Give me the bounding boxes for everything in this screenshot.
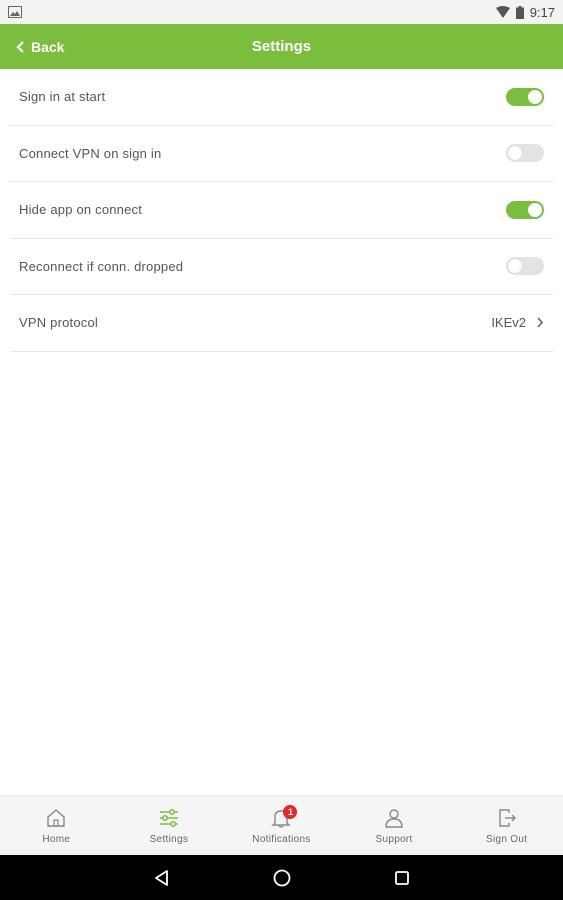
wifi-icon [495, 6, 510, 18]
chevron-right-icon [537, 317, 544, 328]
connect-vpn-on-sign-in-toggle[interactable] [506, 144, 544, 163]
setting-label: Reconnect if conn. dropped [19, 258, 184, 274]
page-title: Settings [251, 38, 312, 55]
setting-label: Sign in at start [19, 89, 106, 105]
setting-label: VPN protocol [19, 315, 98, 331]
nav-item-support[interactable]: Support [338, 796, 451, 855]
setting-label: Connect VPN on sign in [19, 145, 162, 161]
home-icon [47, 809, 65, 827]
hide-app-on-connect-toggle[interactable] [506, 200, 544, 219]
person-icon [385, 809, 403, 828]
toggle-knob [528, 89, 542, 104]
nav-item-home[interactable]: Home [0, 796, 113, 855]
setting-row-hide-app-on-connect: Hide app on connect [10, 182, 553, 239]
system-nav-bar [0, 855, 563, 900]
setting-row-connect-vpn-on-sign-in: Connect VPN on sign in [10, 126, 553, 182]
app-header: Back Settings [0, 24, 563, 69]
nav-label: Notifications [252, 834, 311, 845]
back-button[interactable]: Back [16, 24, 64, 69]
setting-row-reconnect-if-dropped: Reconnect if conn. dropped [10, 239, 553, 295]
sliders-icon [159, 809, 178, 827]
reconnect-if-dropped-toggle[interactable] [506, 257, 544, 276]
image-icon [8, 6, 22, 18]
nav-item-sign-out[interactable]: Sign Out [450, 796, 563, 855]
sign-out-icon [498, 809, 516, 827]
battery-icon [515, 5, 524, 19]
status-time: 9:17 [529, 4, 555, 20]
nav-label: Support [375, 834, 413, 845]
bottom-nav: Home Settings 1 Notifications Support Si… [0, 795, 563, 855]
setting-label: Hide app on connect [19, 202, 143, 218]
sign-in-at-start-toggle[interactable] [506, 87, 544, 106]
toggle-knob [508, 146, 522, 161]
nav-item-settings[interactable]: Settings [113, 796, 226, 855]
chevron-left-icon [16, 40, 24, 53]
status-bar: 9:17 [0, 0, 563, 24]
vpn-protocol-value: IKEv2 [491, 315, 526, 331]
toggle-knob [528, 202, 542, 217]
system-recents-button[interactable] [342, 868, 462, 888]
notification-badge: 1 [283, 805, 298, 819]
toggle-knob [508, 259, 522, 274]
setting-row-vpn-protocol[interactable]: VPN protocol IKEv2 [10, 295, 553, 352]
nav-item-notifications[interactable]: 1 Notifications [225, 796, 338, 855]
system-home-button[interactable] [222, 868, 342, 888]
nav-label: Sign Out [486, 834, 528, 845]
settings-list: Sign in at start Connect VPN on sign in … [10, 69, 553, 352]
setting-row-sign-in-at-start: Sign in at start [10, 69, 553, 126]
nav-label: Home [42, 834, 71, 845]
triangle-back-icon [154, 869, 168, 886]
system-back-button[interactable] [102, 868, 222, 888]
back-label: Back [31, 38, 65, 55]
square-recents-icon [394, 870, 409, 885]
circle-home-icon [273, 869, 290, 886]
nav-label: Settings [149, 834, 189, 845]
